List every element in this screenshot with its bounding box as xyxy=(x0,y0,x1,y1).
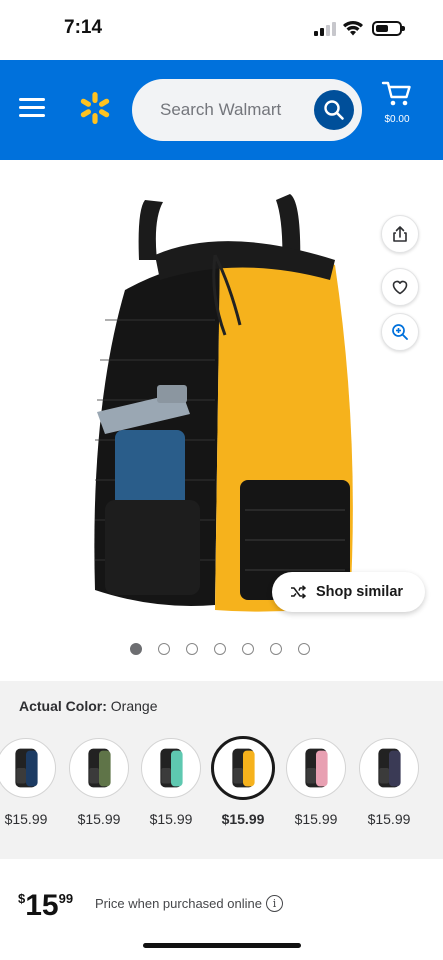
product-image-area: Shop similar xyxy=(0,160,443,680)
favorite-button[interactable] xyxy=(381,268,419,306)
variant-swatch[interactable] xyxy=(211,736,275,800)
selected-color-value: Orange xyxy=(110,698,158,714)
search-placeholder: Search Walmart xyxy=(160,100,282,119)
search-input[interactable]: Search Walmart xyxy=(132,79,362,141)
variant-price: $15.99 xyxy=(221,811,265,827)
info-icon[interactable]: i xyxy=(266,895,283,912)
status-time: 7:14 xyxy=(64,17,103,38)
wifi-icon xyxy=(343,21,363,36)
carousel-indicator xyxy=(130,643,310,655)
variant-selector: Actual Color: Orange $15.99 $15.99 $15.99 $… xyxy=(0,681,443,859)
heart-icon xyxy=(392,280,408,295)
shop-similar-button[interactable]: Shop similar xyxy=(272,572,425,612)
price-note: Price when purchased online xyxy=(95,896,262,911)
product-price: $1599 xyxy=(18,889,73,923)
backpack-thumbnail-icon xyxy=(305,748,328,788)
backpack-thumbnail-icon xyxy=(160,748,183,788)
variant-swatch[interactable] xyxy=(141,738,201,798)
site-header: Search Walmart $0.00 xyxy=(0,60,443,160)
variant-price: $15.99 xyxy=(4,811,48,827)
carousel-dot[interactable] xyxy=(214,643,226,655)
variant-price: $15.99 xyxy=(367,811,411,827)
backpack-thumbnail-icon xyxy=(232,748,255,788)
price-currency: $ xyxy=(18,891,26,906)
status-bar: 7:14 xyxy=(0,0,443,60)
carousel-dot[interactable] xyxy=(242,643,254,655)
carousel-dot[interactable] xyxy=(186,643,198,655)
color-label: Actual Color: Orange xyxy=(19,698,157,714)
cart-button[interactable]: $0.00 xyxy=(378,80,416,130)
carousel-dot[interactable] xyxy=(298,643,310,655)
walmart-spark-icon[interactable] xyxy=(78,90,112,126)
shuffle-icon xyxy=(291,585,306,599)
price-whole: 15 xyxy=(25,889,59,922)
variant-swatch[interactable] xyxy=(359,738,419,798)
share-icon xyxy=(393,226,407,242)
battery-icon xyxy=(372,21,405,36)
share-button[interactable] xyxy=(381,215,419,253)
home-indicator xyxy=(143,943,301,948)
cart-amount: $0.00 xyxy=(384,114,410,125)
price-cents: 99 xyxy=(58,891,74,906)
cellular-signal-icon xyxy=(314,22,338,36)
variant-swatch[interactable] xyxy=(286,738,346,798)
variant-swatch[interactable] xyxy=(0,738,56,798)
backpack-thumbnail-icon xyxy=(15,748,38,788)
carousel-dot[interactable] xyxy=(130,643,142,655)
search-icon xyxy=(324,100,344,120)
actual-color-label: Actual Color: xyxy=(19,698,107,714)
search-button[interactable] xyxy=(314,90,354,130)
zoom-in-icon xyxy=(392,324,408,340)
cart-icon xyxy=(381,81,411,106)
zoom-button[interactable] xyxy=(381,313,419,351)
variant-price: $15.99 xyxy=(149,811,193,827)
carousel-dot[interactable] xyxy=(270,643,282,655)
shop-similar-label: Shop similar xyxy=(316,584,404,600)
hamburger-icon[interactable] xyxy=(19,96,47,120)
variant-swatch[interactable] xyxy=(69,738,129,798)
variant-price: $15.99 xyxy=(77,811,121,827)
product-image[interactable] xyxy=(85,180,360,620)
variant-price: $15.99 xyxy=(294,811,338,827)
backpack-thumbnail-icon xyxy=(88,748,111,788)
price-section: $1599 Price when purchased online i xyxy=(0,859,443,960)
carousel-dot[interactable] xyxy=(158,643,170,655)
backpack-thumbnail-icon xyxy=(378,748,401,788)
